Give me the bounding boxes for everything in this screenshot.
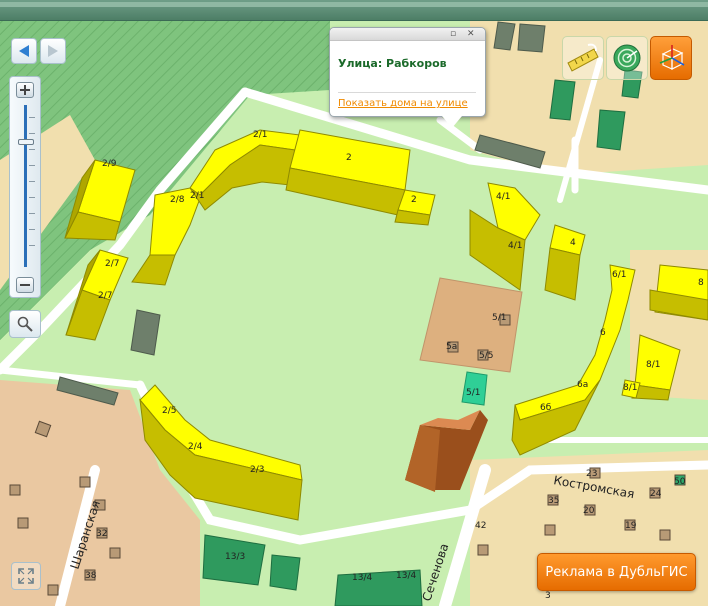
advertise-button[interactable]: Реклама в ДубльГИС <box>537 553 696 591</box>
popup-title: Улица: Рабкоров <box>338 57 447 70</box>
label-2-main: 2 <box>346 153 352 163</box>
label-4-1b: 4/1 <box>508 241 522 251</box>
label-5-1: 5/1 <box>492 313 506 323</box>
street-info-popup: ▫ ✕ Улица: Рабкоров Показать дома на ули… <box>329 27 486 128</box>
label-2-3: 2/3 <box>250 465 264 475</box>
label-2-7a: 2/7 <box>105 259 119 269</box>
fullscreen-button[interactable] <box>11 562 41 590</box>
locate-button[interactable] <box>9 310 41 338</box>
label-13-4a: 13/4 <box>352 573 372 583</box>
expand-icon <box>18 568 34 584</box>
zoom-slider-handle[interactable] <box>18 139 34 145</box>
label-50: 50 <box>674 477 686 487</box>
label-4-1a: 4/1 <box>496 192 510 202</box>
label-24: 24 <box>650 489 662 499</box>
label-42: 42 <box>475 521 486 531</box>
show-houses-link[interactable]: Показать дома на улице <box>338 98 468 109</box>
zoom-control <box>9 76 41 298</box>
popup-tail <box>442 116 462 128</box>
label-20: 20 <box>583 506 595 516</box>
plus-icon <box>20 85 30 95</box>
label-3: 3 <box>545 591 551 601</box>
label-13-4b: 13/4 <box>396 571 416 581</box>
label-5a: 5а <box>446 342 457 352</box>
popup-close-icon[interactable]: ✕ <box>467 29 475 39</box>
label-5-1-teal: 5/1 <box>466 388 480 398</box>
arrow-right-icon <box>48 45 58 57</box>
label-2-5: 2/5 <box>162 406 176 416</box>
map-tools <box>558 36 694 82</box>
back-button[interactable] <box>11 38 37 64</box>
radar-icon <box>613 44 641 72</box>
top-toolbar <box>0 0 708 21</box>
3d-view-button[interactable] <box>650 36 692 80</box>
zoom-out-button[interactable] <box>16 277 34 293</box>
label-38: 38 <box>85 571 97 581</box>
label-6a: 6а <box>577 380 588 390</box>
label-32: 32 <box>96 529 107 539</box>
label-2-7b: 2/7 <box>98 291 112 301</box>
label-4: 4 <box>570 238 576 248</box>
popup-divider <box>338 92 476 93</box>
label-2-9: 2/9 <box>102 159 117 169</box>
label-2-1: 2/1 <box>253 130 267 140</box>
ruler-tool-button[interactable] <box>562 36 604 80</box>
label-19: 19 <box>625 521 637 531</box>
label-2-4: 2/4 <box>188 442 203 452</box>
label-6-1: 6/1 <box>612 270 626 280</box>
label-13-3: 13/3 <box>225 552 245 562</box>
popup-titlebar: ▫ ✕ <box>330 28 485 41</box>
label-8-1a: 8/1 <box>646 360 660 370</box>
minus-icon <box>20 284 30 286</box>
zoom-in-button[interactable] <box>16 82 34 98</box>
label-23: 23 <box>586 469 597 479</box>
label-5-5: 5/5 <box>479 351 493 361</box>
arrow-left-icon <box>19 45 29 57</box>
forward-button[interactable] <box>40 38 66 64</box>
label-8: 8 <box>698 278 704 288</box>
label-6b: 6б <box>540 403 552 413</box>
popup-minimize-icon[interactable]: ▫ <box>450 29 456 39</box>
zoom-track[interactable] <box>24 105 27 267</box>
label-6: 6 <box>600 328 606 338</box>
ruler-icon <box>567 43 599 72</box>
radar-tool-button[interactable] <box>606 36 648 80</box>
label-8-1b: 8/1 <box>623 383 637 393</box>
magnifier-icon <box>17 316 33 332</box>
label-2-small: 2 <box>411 195 417 205</box>
label-2-1-small: 2/1 <box>190 191 204 201</box>
label-2-8: 2/8 <box>170 195 185 205</box>
3d-cube-icon <box>659 45 685 70</box>
label-35: 35 <box>548 496 559 506</box>
